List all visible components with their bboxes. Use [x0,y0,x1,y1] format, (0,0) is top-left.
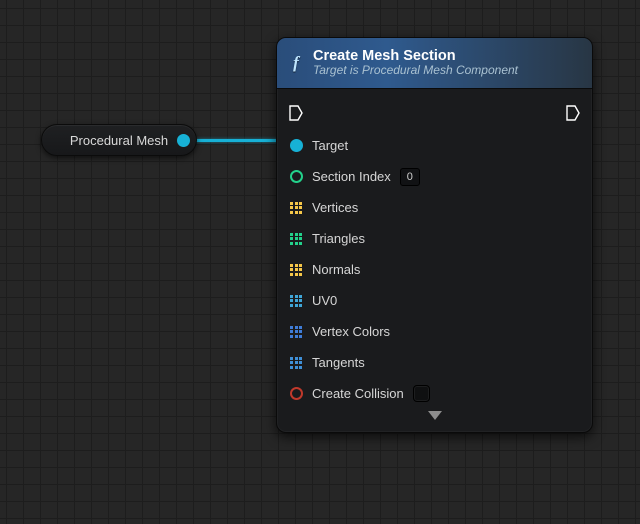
label-triangles: Triangles [312,231,365,246]
expand-arrow-icon[interactable] [428,411,442,420]
input-pin-normals[interactable] [289,263,303,277]
label-vertex-colors: Vertex Colors [312,324,390,339]
label-uv0: UV0 [312,293,337,308]
input-section-index-value[interactable]: 0 [400,168,420,186]
node-title: Create Mesh Section [313,48,518,65]
label-create-collision: Create Collision [312,386,404,401]
input-pin-vertices[interactable] [289,201,303,215]
exec-in-pin[interactable] [289,106,303,120]
node-subtitle: Target is Procedural Mesh Component [313,64,518,78]
input-pin-target[interactable] [289,139,303,153]
input-pin-section-index[interactable] [289,170,303,184]
output-pin-object[interactable] [176,133,190,147]
input-pin-triangles[interactable] [289,232,303,246]
input-pin-tangents[interactable] [289,356,303,370]
label-tangents: Tangents [312,355,365,370]
checkbox-create-collision[interactable] [413,385,430,402]
exec-out-pin[interactable] [566,106,580,120]
label-normals: Normals [312,262,360,277]
input-pin-create-collision[interactable] [289,387,303,401]
variable-node-label: Procedural Mesh [70,133,168,148]
label-target: Target [312,138,348,153]
function-icon: f [287,54,305,72]
label-vertices: Vertices [312,200,358,215]
input-pin-uv0[interactable] [289,294,303,308]
variable-node-procedural-mesh[interactable]: Procedural Mesh [41,124,197,156]
function-node-create-mesh-section[interactable]: f Create Mesh Section Target is Procedur… [276,37,593,433]
label-section-index: Section Index [312,169,391,184]
node-body: Target Section Index 0 Vertices Triangle… [277,89,592,432]
input-pin-vertex-colors[interactable] [289,325,303,339]
node-header[interactable]: f Create Mesh Section Target is Procedur… [277,38,592,89]
